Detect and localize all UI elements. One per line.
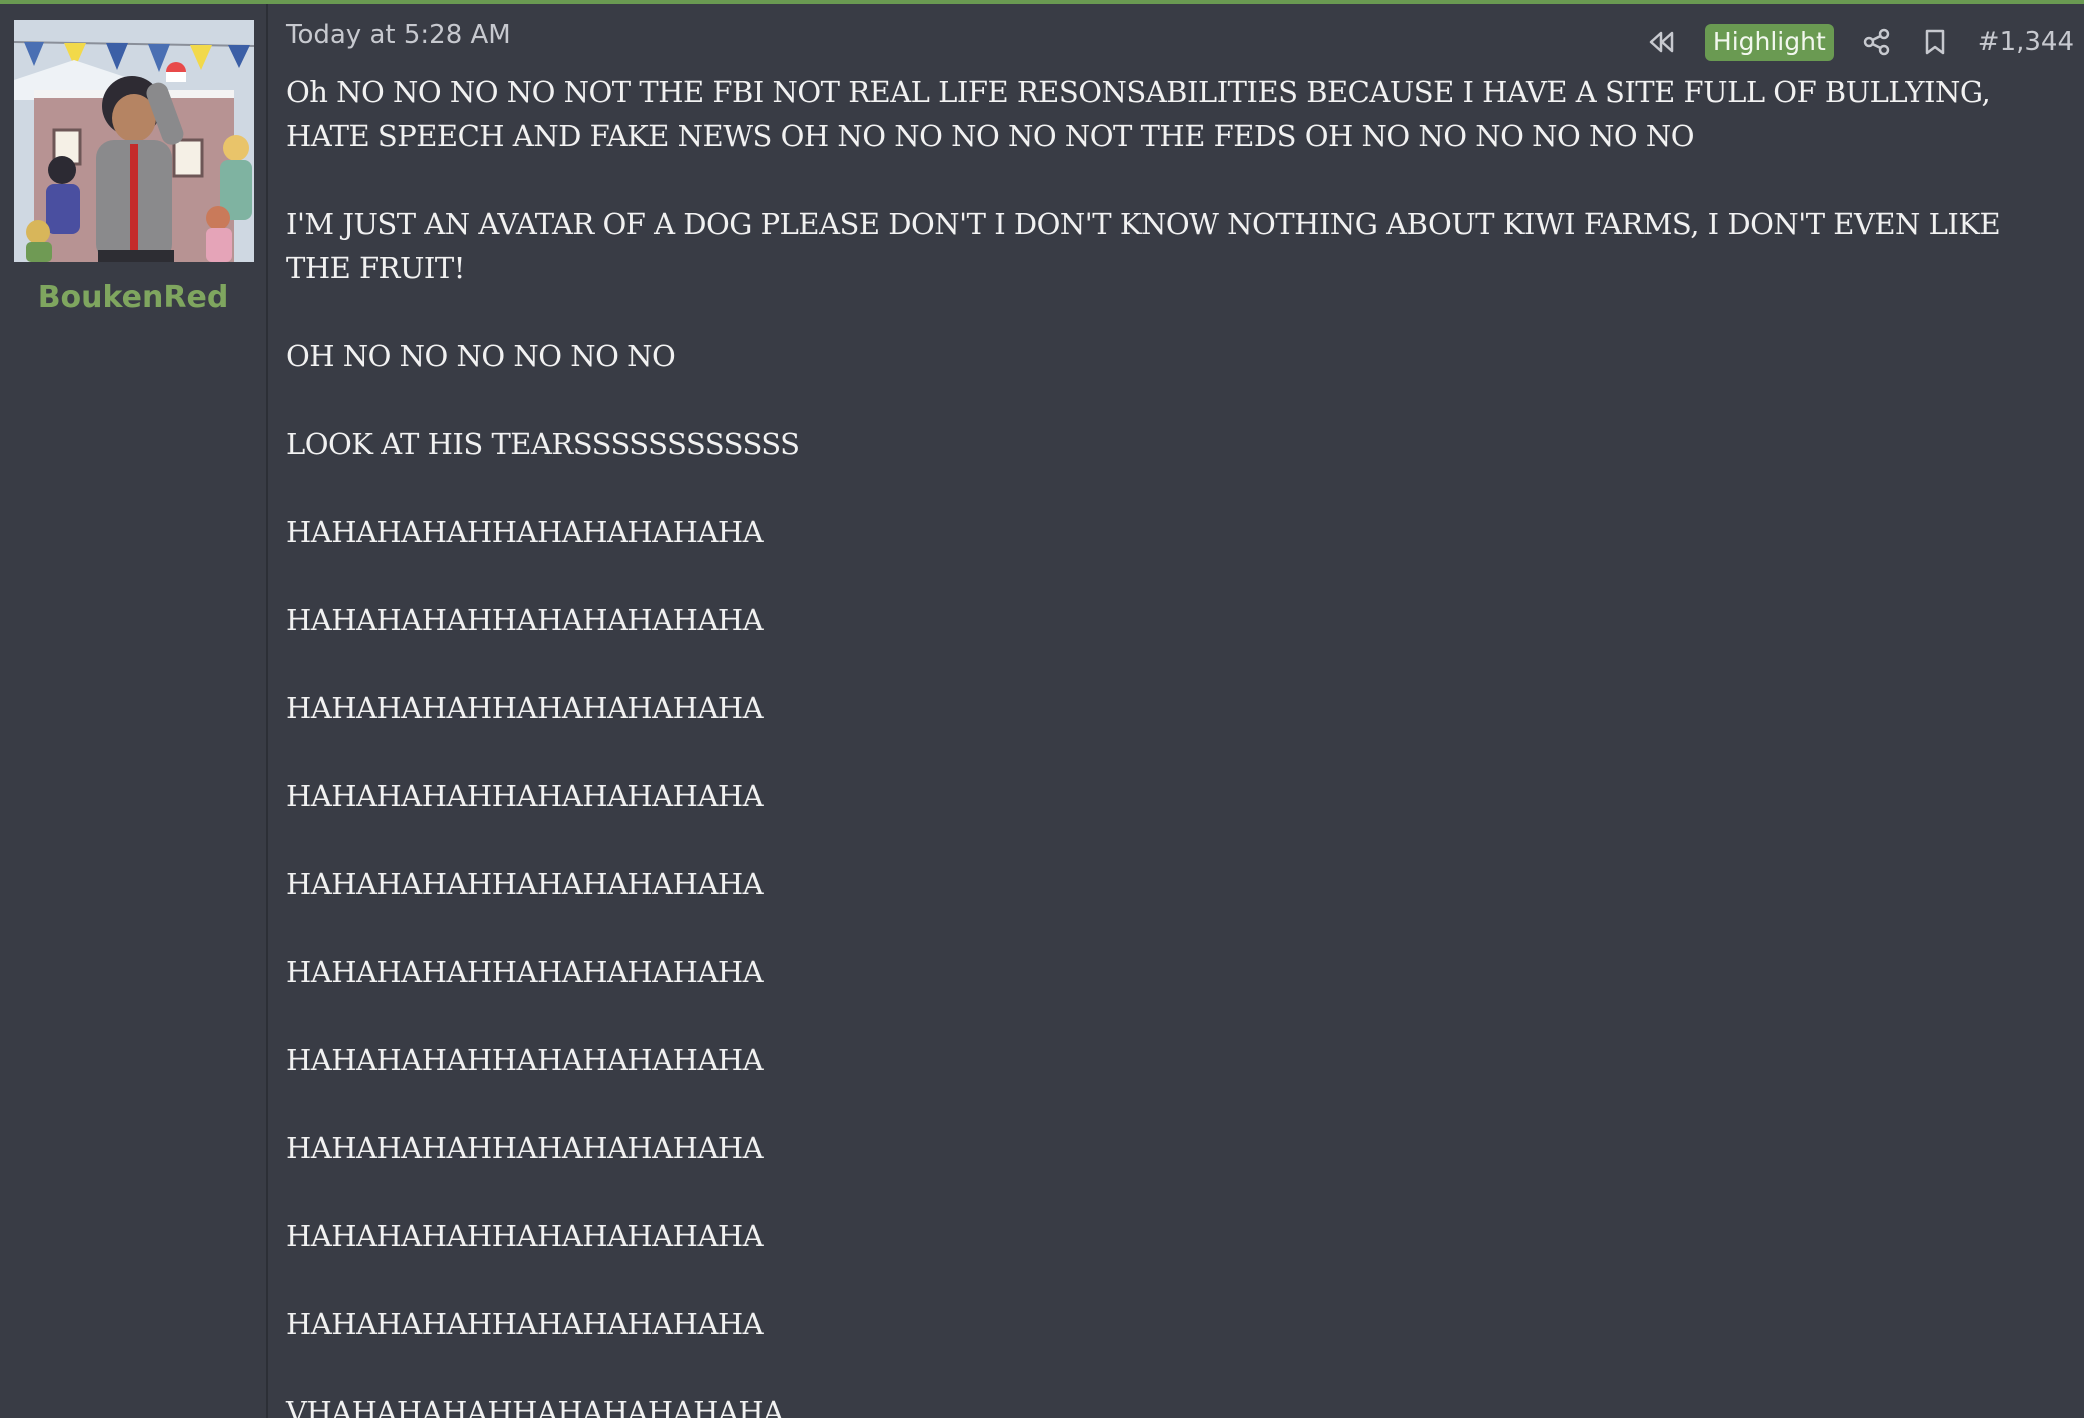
avatar-image — [14, 20, 254, 262]
post-paragraph: HAHAHAHAHHAHAHAHAHAHA — [286, 867, 764, 901]
top-accent-bar — [0, 0, 2084, 4]
post-actions: Highlight #1,344 — [1647, 22, 2074, 62]
post-paragraph: LOOK AT HIS TEARSSSSSSSSSSSS — [286, 427, 800, 461]
post-paragraph: HAHAHAHAHHAHAHAHAHAHA — [286, 691, 764, 725]
post-paragraph: HAHAHAHAHHAHAHAHAHAHA — [286, 515, 764, 549]
bookmark-icon[interactable] — [1920, 27, 1950, 57]
author-username[interactable]: BoukenRed — [0, 280, 266, 315]
post-paragraph: HAHAHAHAHHAHAHAHAHAHA — [286, 1307, 764, 1341]
post-number-link[interactable]: #1,344 — [1978, 27, 2074, 57]
post-paragraph: OH NO NO NO NO NO NO — [286, 339, 676, 373]
post-container: BoukenRed Today at 5:28 AM Highlight #1,… — [0, 0, 2084, 1418]
post-paragraph: HAHAHAHAHHAHAHAHAHAHA — [286, 1219, 764, 1253]
highlight-button[interactable]: Highlight — [1704, 23, 1834, 61]
post-paragraph: HAHAHAHAHHAHAHAHAHAHA — [286, 1131, 764, 1165]
post-paragraph: Oh NO NO NO NO NOT THE FBI NOT REAL LIFE… — [286, 75, 1991, 153]
avatar[interactable] — [14, 20, 254, 262]
post-paragraph: I'M JUST AN AVATAR OF A DOG PLEASE DON'T… — [286, 207, 2001, 285]
post-paragraph: HAHAHAHAHHAHAHAHAHAHA — [286, 603, 764, 637]
share-icon[interactable] — [1862, 27, 1892, 57]
post-paragraph: HAHAHAHAHHAHAHAHAHAHA — [286, 955, 764, 989]
rewind-icon[interactable] — [1647, 27, 1677, 57]
post-author-sidebar: BoukenRed — [0, 4, 268, 1418]
post-body: Oh NO NO NO NO NOT THE FBI NOT REAL LIFE… — [286, 70, 2056, 1418]
post-paragraph: HAHAHAHAHHAHAHAHAHAHA — [286, 779, 764, 813]
post-paragraph: VHAHAHAHAHHAHAHAHAHAHA — [286, 1395, 784, 1418]
post-paragraph: HAHAHAHAHHAHAHAHAHAHA — [286, 1043, 764, 1077]
post-timestamp[interactable]: Today at 5:28 AM — [286, 20, 511, 50]
